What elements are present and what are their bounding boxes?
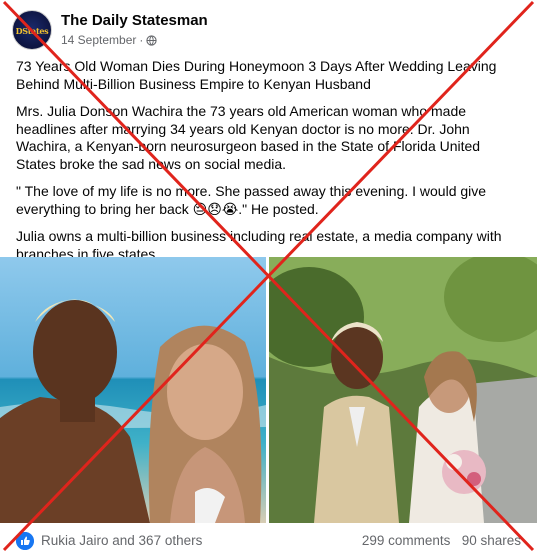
globe-icon[interactable] (146, 34, 158, 46)
comments-count[interactable]: 299 comments (362, 533, 451, 548)
avatar-logo-text: DStates (15, 26, 49, 36)
page-name-link[interactable]: The Daily Statesman (61, 12, 208, 29)
wedding-photo[interactable] (269, 257, 537, 523)
post-body: 73 Years Old Woman Dies During Honeymoon… (16, 58, 521, 273)
thumbs-up-icon[interactable] (16, 532, 34, 550)
engagement-counts: 299 comments 90 shares (362, 533, 521, 548)
meta-separator: · (139, 33, 144, 47)
post-meta: 14 September · (61, 33, 158, 47)
post-date[interactable]: 14 September (61, 33, 136, 47)
beach-selfie-photo[interactable] (0, 257, 266, 523)
reactions-bar: Rukia Jairo and 367 others 299 comments … (16, 532, 521, 552)
shares-count[interactable]: 90 shares (462, 533, 521, 548)
page-avatar[interactable]: DStates (12, 10, 52, 50)
post-paragraph: Mrs. Julia Donson Wachira the 73 years o… (16, 103, 481, 172)
post-quote: " The love of my life is no more. She pa… (16, 183, 487, 217)
post-headline: 73 Years Old Woman Dies During Honeymoon… (16, 58, 497, 92)
reaction-names[interactable]: Rukia Jairo and 367 others (41, 533, 202, 548)
post-photo-grid (0, 257, 537, 523)
post-header: DStates The Daily Statesman 14 September… (12, 10, 512, 50)
